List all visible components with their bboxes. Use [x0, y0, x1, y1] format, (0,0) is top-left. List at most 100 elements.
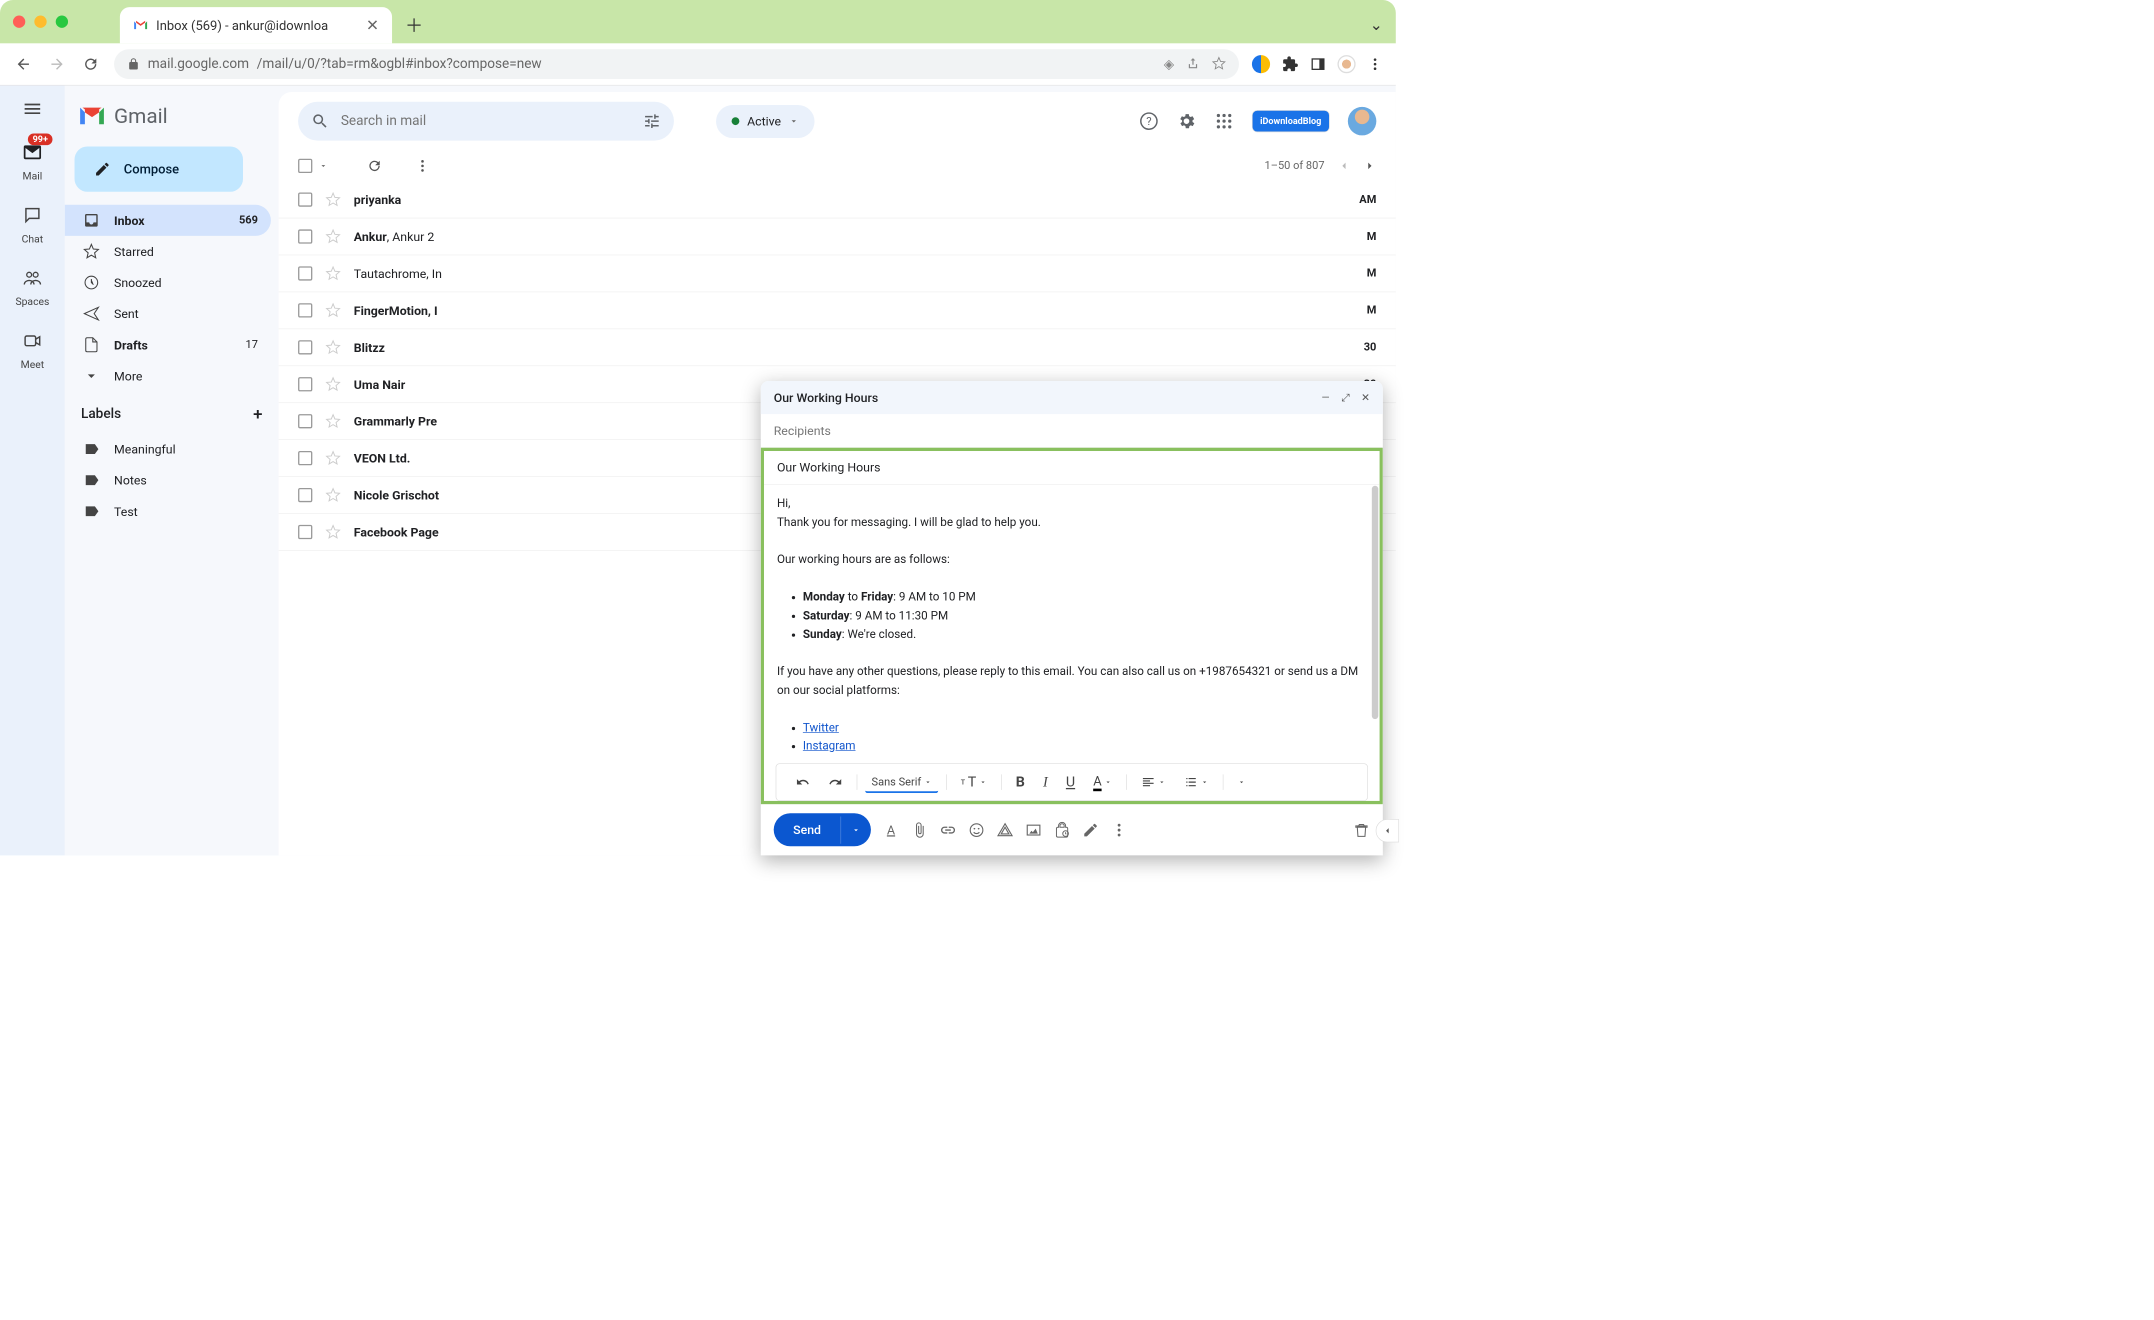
- message-row[interactable]: Ankur, Ankur 2 M: [279, 218, 1396, 255]
- compose-body[interactable]: Hi, Thank you for messaging. I will be g…: [764, 485, 1380, 764]
- send-button[interactable]: Send: [774, 813, 871, 846]
- hamburger-menu-icon[interactable]: [22, 98, 43, 119]
- back-button[interactable]: [13, 54, 34, 75]
- underline-button[interactable]: U: [1059, 770, 1081, 794]
- minimize-icon[interactable]: —: [1321, 391, 1329, 404]
- star-icon[interactable]: [325, 376, 341, 392]
- star-icon[interactable]: [325, 340, 341, 356]
- refresh-icon[interactable]: [367, 158, 383, 174]
- nav-snoozed[interactable]: Snoozed: [65, 267, 271, 298]
- compose-header[interactable]: Our Working Hours — ⤢ ✕: [761, 381, 1383, 414]
- search-box[interactable]: [298, 102, 674, 141]
- send-caret[interactable]: [840, 816, 870, 843]
- org-badge[interactable]: iDownloadBlog: [1252, 110, 1330, 132]
- image-icon[interactable]: [1025, 821, 1042, 838]
- subject-field[interactable]: Our Working Hours: [764, 451, 1380, 485]
- message-checkbox[interactable]: [298, 303, 312, 317]
- browser-tab[interactable]: Inbox (569) - ankur@idownloa ✕: [120, 7, 392, 43]
- message-checkbox[interactable]: [298, 266, 312, 280]
- message-row[interactable]: priyanka AM: [279, 181, 1396, 218]
- url-bar[interactable]: mail.google.com/mail/u/0/?tab=rm&ogbl#in…: [114, 49, 1239, 79]
- nav-starred[interactable]: Starred: [65, 236, 271, 267]
- message-checkbox[interactable]: [298, 377, 312, 391]
- star-icon[interactable]: [325, 524, 341, 540]
- list-button[interactable]: [1178, 771, 1216, 793]
- recipients-field[interactable]: Recipients: [761, 414, 1383, 448]
- gmail-logo[interactable]: Gmail: [65, 92, 279, 146]
- message-checkbox[interactable]: [298, 414, 312, 428]
- more-format-button[interactable]: [1231, 774, 1252, 790]
- mini-chat[interactable]: Chat: [10, 202, 55, 245]
- redo-button[interactable]: [822, 771, 849, 793]
- confidential-icon[interactable]: [1054, 821, 1071, 838]
- search-input[interactable]: [341, 113, 631, 129]
- italic-button[interactable]: I: [1037, 770, 1055, 795]
- bookmark-star-icon[interactable]: [1212, 56, 1226, 70]
- font-size-button[interactable]: тT: [954, 770, 993, 794]
- message-checkbox[interactable]: [298, 451, 312, 465]
- message-checkbox[interactable]: [298, 525, 312, 539]
- label-item[interactable]: Meaningful: [65, 434, 271, 465]
- message-checkbox[interactable]: [298, 229, 312, 243]
- select-caret-icon[interactable]: [319, 161, 328, 170]
- star-icon[interactable]: [325, 192, 341, 208]
- nav-drafts[interactable]: Drafts 17: [65, 329, 271, 360]
- star-icon[interactable]: [325, 413, 341, 429]
- nav-inbox[interactable]: Inbox 569: [65, 205, 271, 236]
- extension-icon-1[interactable]: [1252, 55, 1270, 73]
- window-maximize[interactable]: [56, 16, 68, 28]
- star-icon[interactable]: [325, 487, 341, 503]
- new-tab-button[interactable]: ＋: [405, 11, 423, 37]
- reload-button[interactable]: [80, 54, 101, 75]
- sidebar-icon[interactable]: [1310, 56, 1326, 72]
- mini-mail[interactable]: 99+ Mail: [10, 139, 55, 182]
- attach-icon[interactable]: [911, 821, 928, 838]
- label-item[interactable]: Test: [65, 496, 271, 527]
- message-row[interactable]: Tautachrome, In M: [279, 255, 1396, 292]
- expand-icon[interactable]: ⤢: [1341, 391, 1349, 404]
- window-minimize[interactable]: [34, 16, 46, 28]
- kebab-menu-icon[interactable]: [1367, 56, 1383, 72]
- more-options-icon[interactable]: [415, 158, 431, 174]
- tab-overflow-icon[interactable]: ⌄: [1370, 15, 1383, 33]
- select-all-checkbox[interactable]: [298, 159, 312, 173]
- message-row[interactable]: Blitzz 30: [279, 329, 1396, 366]
- add-label-button[interactable]: +: [253, 404, 262, 423]
- message-checkbox[interactable]: [298, 488, 312, 502]
- nav-sent[interactable]: Sent: [65, 298, 271, 329]
- diamond-icon[interactable]: ◈: [1164, 56, 1174, 72]
- text-color-button[interactable]: A: [1087, 769, 1119, 795]
- more-send-icon[interactable]: [1111, 821, 1128, 838]
- settings-icon[interactable]: [1177, 111, 1196, 130]
- delete-draft-icon[interactable]: [1353, 821, 1370, 838]
- star-icon[interactable]: [325, 303, 341, 319]
- apps-grid-icon[interactable]: [1214, 111, 1233, 130]
- nav-more[interactable]: More: [65, 360, 271, 391]
- emoji-icon[interactable]: [968, 821, 985, 838]
- text-format-icon[interactable]: A: [883, 821, 900, 838]
- link-icon[interactable]: [940, 821, 957, 838]
- window-close[interactable]: [13, 16, 25, 28]
- instagram-link[interactable]: Instagram: [803, 740, 856, 754]
- star-icon[interactable]: [325, 450, 341, 466]
- profile-avatar[interactable]: [1337, 55, 1355, 73]
- account-avatar[interactable]: [1348, 107, 1377, 136]
- close-icon[interactable]: ✕: [1361, 391, 1370, 404]
- help-icon[interactable]: ?: [1139, 111, 1158, 130]
- status-chip[interactable]: Active: [716, 105, 815, 138]
- bold-button[interactable]: B: [1009, 770, 1031, 794]
- message-checkbox[interactable]: [298, 192, 312, 206]
- mini-meet[interactable]: Meet: [10, 327, 55, 370]
- align-button[interactable]: [1135, 771, 1173, 793]
- side-panel-toggle[interactable]: [1376, 819, 1399, 842]
- label-item[interactable]: Notes: [65, 465, 271, 496]
- twitter-link[interactable]: Twitter: [803, 721, 839, 735]
- next-page-icon[interactable]: [1363, 159, 1376, 172]
- tune-icon[interactable]: [643, 112, 661, 130]
- share-icon[interactable]: [1186, 56, 1200, 70]
- prev-page-icon[interactable]: [1337, 159, 1350, 172]
- extensions-icon[interactable]: [1282, 56, 1299, 73]
- compose-button[interactable]: Compose: [75, 146, 243, 191]
- undo-button[interactable]: [789, 771, 816, 793]
- scrollbar[interactable]: [1372, 486, 1378, 719]
